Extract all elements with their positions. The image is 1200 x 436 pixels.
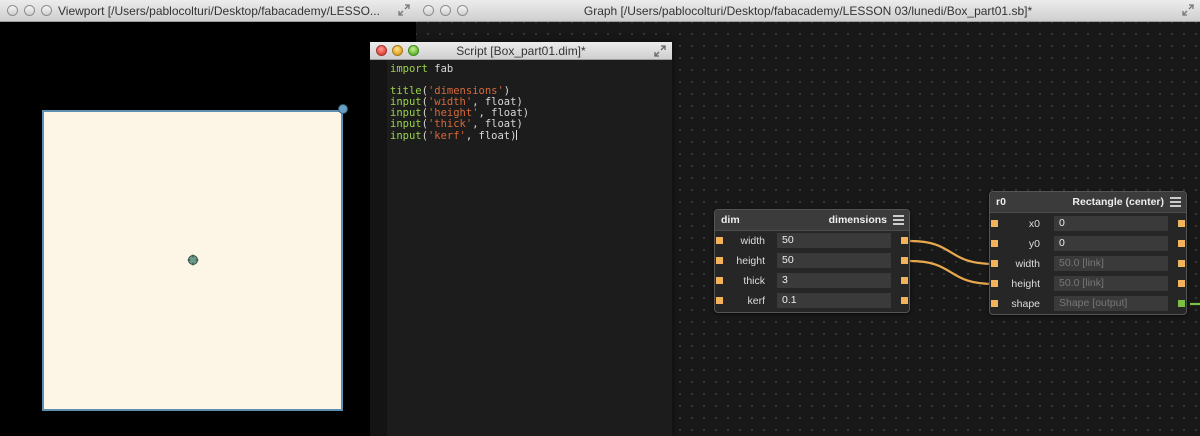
rectangle-node[interactable]: r0 Rectangle (center) x0 0 y0 0 width 50.0 [l… [989, 191, 1187, 315]
node-row-width: width 50 [715, 231, 909, 251]
output-port[interactable] [1178, 240, 1185, 247]
field-value-input[interactable]: 0 [1054, 216, 1168, 231]
code-line[interactable]: import fab [390, 64, 668, 75]
input-port[interactable] [991, 280, 998, 287]
input-port[interactable] [991, 300, 998, 307]
node-row-width: width 50.0 [link] [990, 254, 1186, 274]
node-header[interactable]: r0 Rectangle (center) [990, 192, 1186, 213]
center-drag-handle-icon[interactable] [187, 254, 199, 266]
node-row-height: height 50.0 [link] [990, 274, 1186, 294]
input-port[interactable] [991, 240, 998, 247]
field-value-input[interactable]: 0.1 [777, 293, 891, 308]
viewport-title: Viewport [/Users/pablocolturi/Desktop/fa… [58, 4, 380, 18]
field-label: width [740, 235, 765, 247]
field-value-input: 50.0 [link] [1054, 256, 1168, 271]
field-label: height [1011, 278, 1040, 290]
input-port[interactable] [716, 297, 723, 304]
code-token: 'thick' [427, 118, 473, 130]
node-name: r0 [996, 196, 1006, 208]
node-row-x0: x0 0 [990, 214, 1186, 234]
output-port[interactable] [1178, 260, 1185, 267]
minimize-button[interactable] [24, 5, 35, 16]
field-value-input: 50.0 [link] [1054, 276, 1168, 291]
viewport-window: Viewport [/Users/pablocolturi/Desktop/fa… [0, 0, 416, 436]
field-label: shape [1011, 298, 1040, 310]
input-port[interactable] [716, 277, 723, 284]
script-window[interactable]: Script [Box_part01.dim]* import fab title… [370, 42, 672, 436]
output-port[interactable] [1178, 220, 1185, 227]
node-row-height: height 50 [715, 251, 909, 271]
code-line[interactable]: input('thick', float) [390, 119, 668, 130]
code-token: , float) [465, 130, 517, 142]
field-label: y0 [1028, 238, 1040, 250]
close-button[interactable] [7, 5, 18, 16]
field-value-input[interactable]: 0 [1054, 236, 1168, 251]
output-port[interactable] [1178, 280, 1185, 287]
output-port[interactable] [901, 297, 908, 304]
text-caret [516, 130, 518, 140]
field-label: kerf [747, 295, 765, 307]
input-port[interactable] [991, 260, 998, 267]
node-row-shape: shape Shape [output] [990, 294, 1186, 314]
zoom-button[interactable] [41, 5, 52, 16]
node-type: dimensions [828, 214, 887, 226]
node-header[interactable]: dim dimensions [715, 210, 909, 231]
node-row-kerf: kerf 0.1 [715, 291, 909, 311]
code-token: 'kerf' [427, 130, 466, 142]
input-port[interactable] [716, 257, 723, 264]
output-port[interactable] [901, 257, 908, 264]
field-label: height [736, 255, 765, 267]
node-name: dim [721, 214, 740, 226]
field-label: thick [743, 275, 765, 287]
node-row-y0: y0 0 [990, 234, 1186, 254]
input-port[interactable] [716, 237, 723, 244]
field-label: width [1015, 258, 1040, 270]
output-port[interactable] [901, 277, 908, 284]
viewport-titlebar[interactable]: Viewport [/Users/pablocolturi/Desktop/fa… [0, 0, 416, 22]
input-port[interactable] [991, 220, 998, 227]
code-token: import [390, 63, 428, 75]
field-label: x0 [1028, 218, 1040, 230]
node-row-thick: thick 3 [715, 271, 909, 291]
line-gutter [370, 60, 387, 436]
script-title: Script [Box_part01.dim]* [456, 44, 586, 58]
output-port[interactable] [901, 237, 908, 244]
hamburger-menu-icon[interactable] [1169, 196, 1182, 208]
node-type: Rectangle (center) [1072, 196, 1164, 208]
field-value-input[interactable]: 50 [777, 233, 891, 248]
output-port[interactable] [1178, 300, 1185, 307]
wire-width [909, 239, 995, 266]
code-token: fab [427, 63, 454, 75]
field-value-input[interactable]: 50 [777, 253, 891, 268]
fullscreen-icon[interactable] [654, 45, 666, 57]
code-token: , float) [472, 118, 523, 130]
script-titlebar[interactable]: Script [Box_part01.dim]* [370, 42, 672, 60]
code-token: input [390, 118, 422, 130]
corner-drag-handle[interactable] [338, 104, 348, 114]
fullscreen-icon[interactable] [398, 4, 410, 16]
field-value-input: Shape [output] [1054, 296, 1168, 311]
dimensions-node[interactable]: dim dimensions width 50 height 50 thick 3 kerf… [714, 209, 910, 313]
code-line[interactable]: input('kerf', float) [390, 130, 668, 142]
hamburger-menu-icon[interactable] [892, 214, 905, 226]
field-value-input[interactable]: 3 [777, 273, 891, 288]
code-editor[interactable]: import fab title('dimensions') input('widt… [390, 64, 668, 142]
code-token: input [390, 130, 422, 142]
